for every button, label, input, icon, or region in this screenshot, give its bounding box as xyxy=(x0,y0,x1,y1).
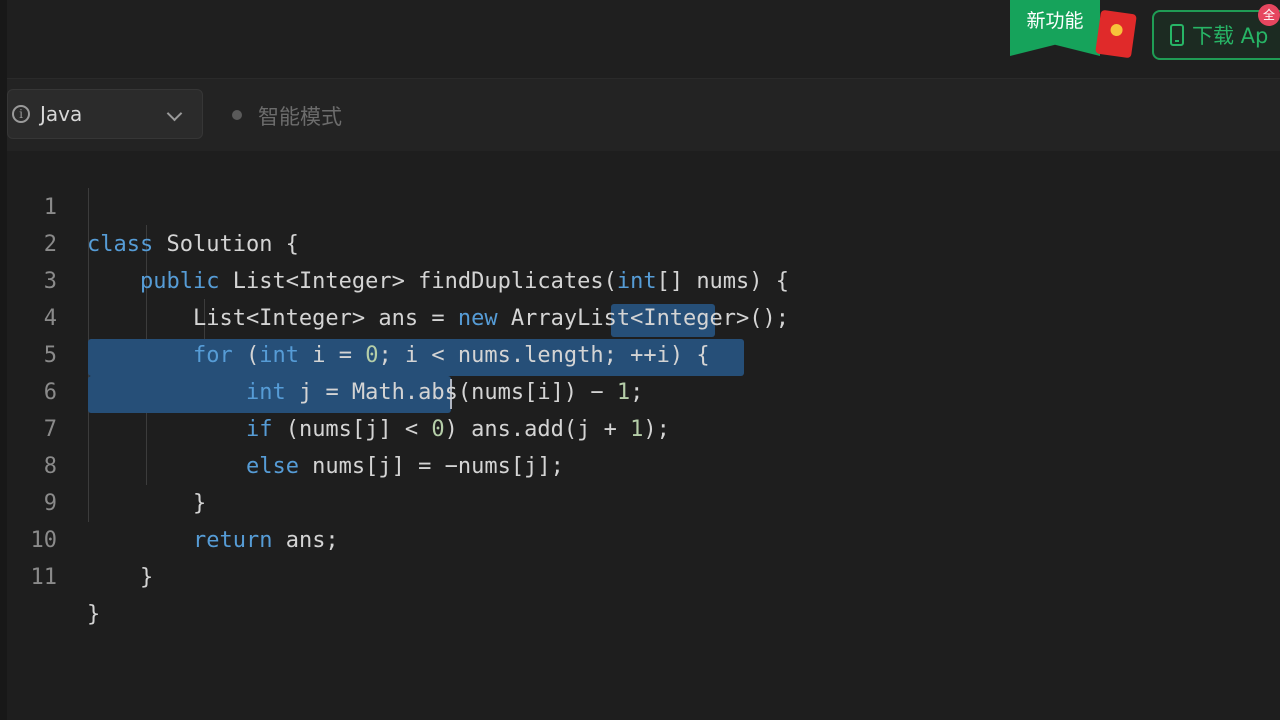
code-line: 11 } xyxy=(7,522,1280,627)
left-edge xyxy=(0,0,7,720)
code-line: 5 int j = Math.abs(nums[i]) − 1; xyxy=(7,300,1280,405)
coin-icon xyxy=(1109,23,1124,37)
red-packet-icon[interactable] xyxy=(1095,9,1137,59)
code-editor[interactable]: 1 class Solution { 2 public List<Integer… xyxy=(7,151,1280,720)
smart-mode-toggle[interactable]: 智能模式 xyxy=(258,101,342,131)
code-text: } xyxy=(87,602,101,627)
code-line: 7 else nums[j] = −nums[j]; xyxy=(7,374,1280,479)
notification-badge: 全 xyxy=(1258,4,1280,26)
code-line: 3 List<Integer> ans = new ArrayList<Inte… xyxy=(7,226,1280,331)
smart-mode-dot-icon xyxy=(232,110,242,120)
phone-icon xyxy=(1170,24,1184,46)
code-line: 4 for (int i = 0; i < nums.length; ++i) … xyxy=(7,263,1280,368)
download-label: 下载 Ap xyxy=(1192,24,1269,48)
code-line: 1 class Solution { xyxy=(7,152,1280,257)
code-text: } xyxy=(87,565,154,590)
line-number: 11 xyxy=(30,565,58,590)
language-label: Java xyxy=(40,102,83,126)
code-line: 6 if (nums[j] < 0) ans.add(j + 1); xyxy=(7,337,1280,442)
code-line: 10 } xyxy=(7,485,1280,590)
info-icon[interactable]: i xyxy=(12,105,30,123)
new-feature-label: 新功能 xyxy=(1026,10,1084,32)
code-line: 9 return ans; xyxy=(7,448,1280,553)
editor-toolbar: i Java 智能模式 xyxy=(7,79,1280,151)
code-line: 2 public List<Integer> findDuplicates(in… xyxy=(7,189,1280,294)
language-select[interactable]: i Java xyxy=(7,89,203,139)
code-line: 8 } xyxy=(7,411,1280,516)
chevron-down-icon xyxy=(166,105,183,122)
